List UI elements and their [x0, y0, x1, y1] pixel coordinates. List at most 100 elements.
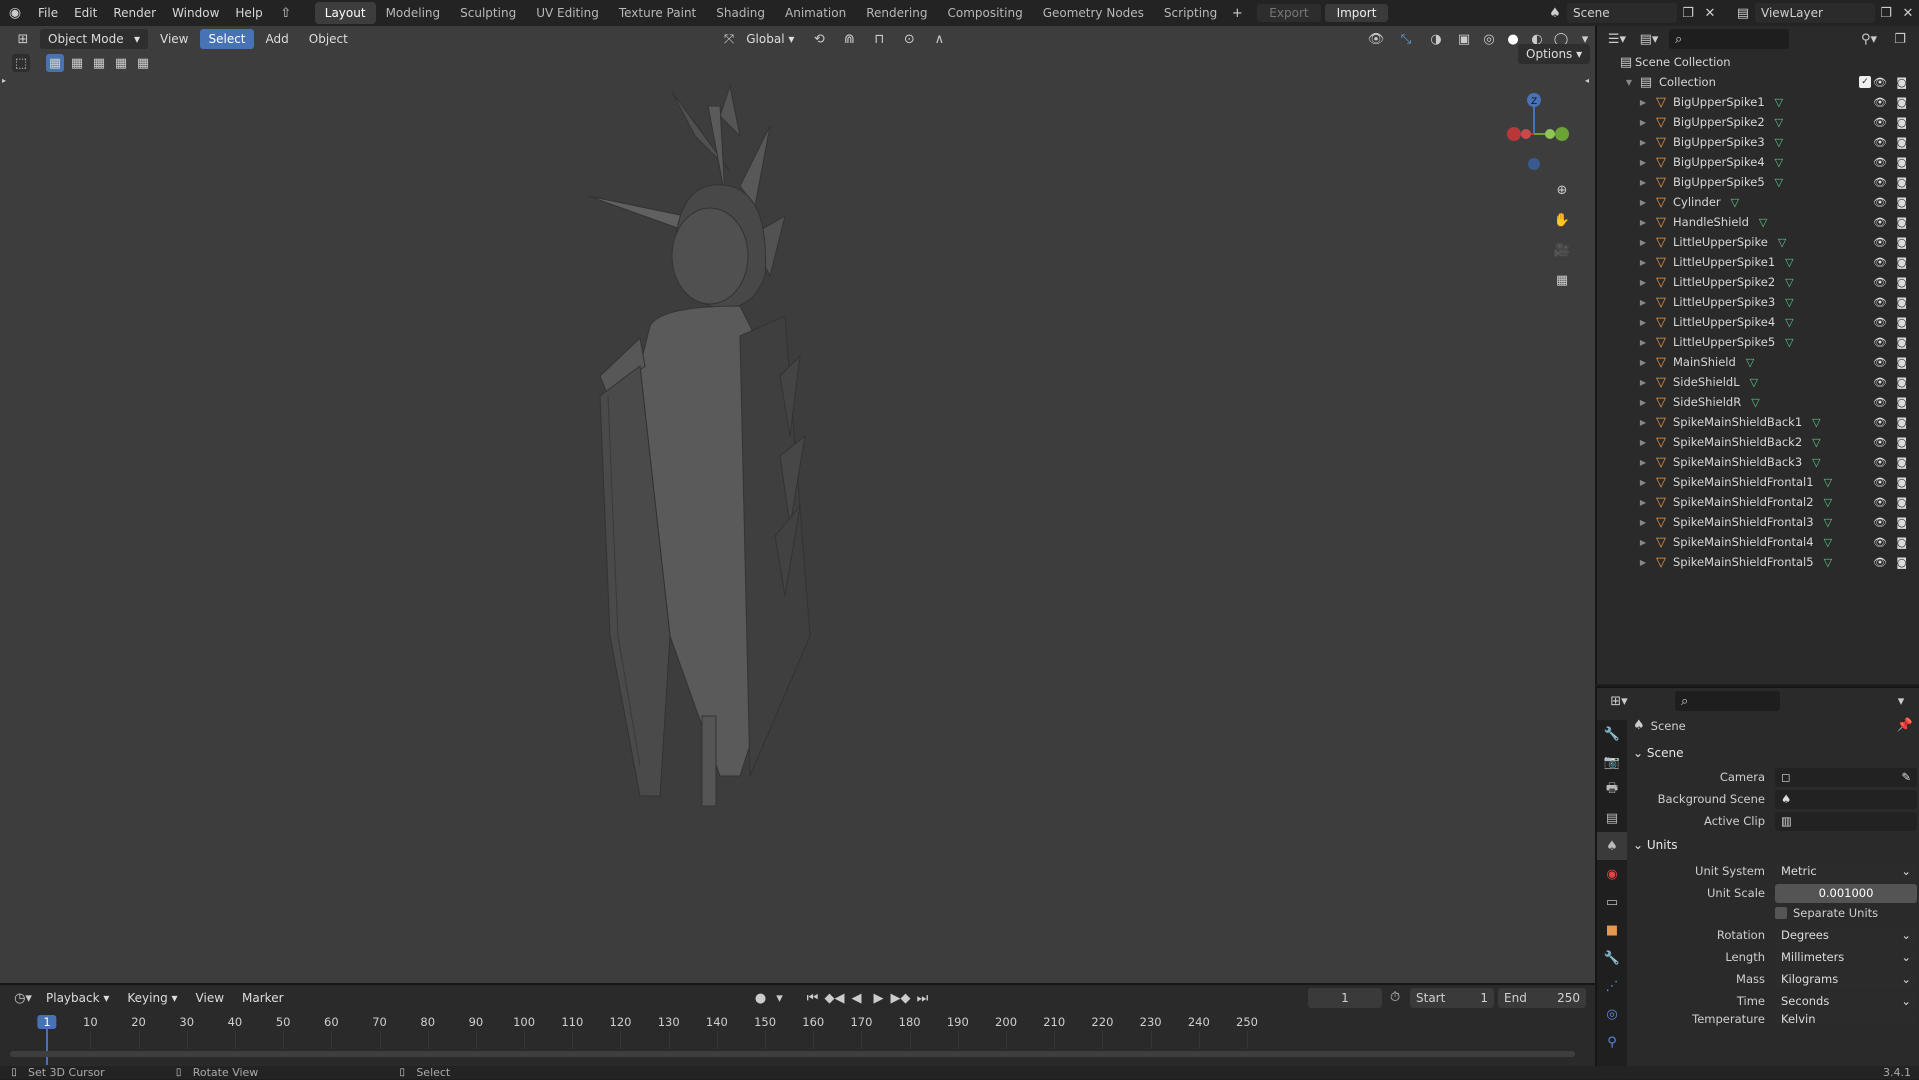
snap-target-icon[interactable]: ⊓ — [866, 32, 892, 47]
collapse-left-icon[interactable]: ▸ — [2, 76, 6, 85]
eye-icon[interactable]: 👁 — [1873, 236, 1887, 249]
proportional-edit-icon[interactable]: ⊙ — [896, 32, 922, 47]
outliner-item[interactable]: ▶ ▽ BigUpperSpike3 ▽ 👁 ◙ — [1597, 132, 1919, 152]
options-button[interactable]: Options ▾ — [1518, 44, 1591, 64]
collection-row[interactable]: ▼ ▤ Collection ✓ 👁 ◙ — [1597, 72, 1919, 92]
units-section-header[interactable]: ⌄ Units — [1633, 838, 1678, 852]
rotation-dropdown[interactable]: Degrees ⌄ — [1775, 925, 1917, 945]
render-camera-icon[interactable]: ◙ — [1896, 76, 1907, 89]
menu-render[interactable]: Render — [105, 6, 164, 20]
eye-icon[interactable]: 👁 — [1873, 316, 1887, 329]
menu-select[interactable]: Select — [200, 29, 254, 49]
render-camera-icon[interactable]: ◙ — [1896, 476, 1907, 489]
collection-tab-icon[interactable]: ▭ — [1597, 888, 1627, 916]
outliner-search-input[interactable]: ⌕ — [1669, 29, 1789, 49]
mesh-data-icon[interactable]: ▽ — [1812, 456, 1820, 469]
eye-icon[interactable]: 👁 — [1873, 416, 1887, 429]
expand-triangle-icon[interactable]: ▶ — [1635, 418, 1651, 427]
overlay-icon[interactable]: ◑ — [1423, 32, 1449, 47]
outliner-item[interactable]: ▶ ▽ SpikeMainShieldFrontal5 ▽ 👁 ◙ — [1597, 552, 1919, 572]
zoom-icon[interactable]: ⊕ — [1550, 178, 1574, 202]
mesh-data-icon[interactable]: ▽ — [1812, 416, 1820, 429]
tab-rendering[interactable]: Rendering — [856, 2, 937, 24]
navigation-gizmo[interactable]: Z — [1496, 84, 1576, 174]
render-camera-icon[interactable]: ◙ — [1896, 376, 1907, 389]
expand-triangle-icon[interactable]: ▶ — [1635, 318, 1651, 327]
mesh-data-icon[interactable]: ▽ — [1824, 556, 1832, 569]
viewlayer-selector[interactable]: ViewLayer — [1755, 3, 1875, 23]
render-camera-icon[interactable]: ◙ — [1896, 536, 1907, 549]
menu-file[interactable]: File — [30, 6, 66, 20]
mesh-data-icon[interactable]: ▽ — [1785, 316, 1793, 329]
eye-icon[interactable]: 👁 — [1873, 436, 1887, 449]
mesh-data-icon[interactable]: ▽ — [1775, 136, 1783, 149]
outliner-item[interactable]: ▶ ▽ SideShieldR ▽ 👁 ◙ — [1597, 392, 1919, 412]
expand-triangle-icon[interactable]: ▶ — [1635, 218, 1651, 227]
eye-icon[interactable]: 👁 — [1873, 156, 1887, 169]
view-layer-tab-icon[interactable]: ▤ — [1597, 804, 1627, 832]
outliner-item[interactable]: ▶ ▽ LittleUpperSpike4 ▽ 👁 ◙ — [1597, 312, 1919, 332]
render-camera-icon[interactable]: ◙ — [1896, 176, 1907, 189]
playhead[interactable] — [46, 1029, 48, 1065]
outliner-item[interactable]: ▶ ▽ MainShield ▽ 👁 ◙ — [1597, 352, 1919, 372]
time-dropdown[interactable]: Seconds ⌄ — [1775, 991, 1917, 1011]
render-camera-icon[interactable]: ◙ — [1896, 276, 1907, 289]
expand-triangle-icon[interactable]: ▶ — [1635, 358, 1651, 367]
camera-field[interactable]: ◻ ✎ — [1775, 767, 1917, 787]
render-camera-icon[interactable]: ◙ — [1896, 296, 1907, 309]
output-tab-icon[interactable]: 🖶 — [1597, 776, 1627, 804]
falloff-icon[interactable]: ∧ — [926, 32, 952, 47]
menu-window[interactable]: Window — [164, 6, 227, 20]
mesh-data-icon[interactable]: ▽ — [1746, 356, 1754, 369]
constraints-tab-icon[interactable]: ⚲ — [1597, 1028, 1627, 1056]
mesh-data-icon[interactable]: ▽ — [1785, 336, 1793, 349]
outliner-item[interactable]: ▶ ▽ LittleUpperSpike1 ▽ 👁 ◙ — [1597, 252, 1919, 272]
select-new-icon[interactable]: ▦ — [46, 54, 64, 72]
eye-icon[interactable]: 👁 — [1873, 496, 1887, 509]
outliner-item[interactable]: ▶ ▽ SpikeMainShieldBack1 ▽ 👁 ◙ — [1597, 412, 1919, 432]
scene-selector[interactable]: Scene — [1567, 3, 1677, 23]
menu-add[interactable]: Add — [258, 29, 297, 49]
perspective-grid-icon[interactable]: ▦ — [1550, 268, 1574, 292]
mesh-data-icon[interactable]: ▽ — [1759, 216, 1767, 229]
mesh-data-icon[interactable]: ▽ — [1750, 376, 1758, 389]
render-camera-icon[interactable]: ◙ — [1896, 416, 1907, 429]
render-camera-icon[interactable]: ◙ — [1896, 316, 1907, 329]
3d-viewport[interactable]: ⊞ Object Mode ▾ View Select Add Object ⤧ … — [0, 26, 1595, 983]
tab-animation[interactable]: Animation — [775, 2, 856, 24]
unit-system-dropdown[interactable]: Metric ⌄ — [1775, 861, 1917, 881]
tab-modeling[interactable]: Modeling — [376, 2, 451, 24]
mesh-data-icon[interactable]: ▽ — [1812, 436, 1820, 449]
outliner-item[interactable]: ▶ ▽ SpikeMainShieldBack3 ▽ 👁 ◙ — [1597, 452, 1919, 472]
eyedropper-icon[interactable]: ✎ — [1901, 770, 1911, 784]
outliner-item[interactable]: ▶ ▽ LittleUpperSpike ▽ 👁 ◙ — [1597, 232, 1919, 252]
mesh-data-icon[interactable]: ▽ — [1785, 296, 1793, 309]
eye-icon[interactable]: 👁 — [1873, 136, 1887, 149]
separate-units-checkbox[interactable] — [1775, 907, 1787, 919]
mesh-data-icon[interactable]: ▽ — [1824, 496, 1832, 509]
eye-icon[interactable]: 👁 — [1873, 536, 1887, 549]
send-icon[interactable]: ⇧ — [271, 6, 301, 21]
exclude-checkbox[interactable]: ✓ — [1859, 76, 1871, 88]
outliner-item[interactable]: ▶ ▽ SideShieldL ▽ 👁 ◙ — [1597, 372, 1919, 392]
menu-view[interactable]: View — [152, 29, 196, 49]
mesh-data-icon[interactable]: ▽ — [1785, 276, 1793, 289]
pan-hand-icon[interactable]: ✋ — [1550, 208, 1574, 232]
expand-triangle-icon[interactable]: ▶ — [1635, 438, 1651, 447]
outliner-item[interactable]: ▶ ▽ SpikeMainShieldFrontal3 ▽ 👁 ◙ — [1597, 512, 1919, 532]
expand-triangle-icon[interactable]: ▶ — [1635, 478, 1651, 487]
render-camera-icon[interactable]: ◙ — [1896, 96, 1907, 109]
expand-triangle-icon[interactable]: ▶ — [1635, 398, 1651, 407]
display-mode-icon[interactable]: ▤▾ — [1635, 32, 1663, 47]
pin-icon[interactable]: 📌 — [1897, 718, 1913, 733]
expand-triangle-icon[interactable]: ▶ — [1635, 138, 1651, 147]
tab-scripting[interactable]: Scripting — [1154, 2, 1227, 24]
wireframe-shading-icon[interactable]: ◎ — [1479, 32, 1499, 47]
import-button[interactable]: Import — [1324, 4, 1389, 22]
tab-compositing[interactable]: Compositing — [937, 2, 1032, 24]
select-intersect-icon[interactable]: ▦ — [134, 54, 152, 72]
eye-icon[interactable]: 👁 — [1873, 176, 1887, 189]
outliner-item[interactable]: ▶ ▽ BigUpperSpike5 ▽ 👁 ◙ — [1597, 172, 1919, 192]
outliner-item[interactable]: ▶ ▽ BigUpperSpike2 ▽ 👁 ◙ — [1597, 112, 1919, 132]
outliner-item[interactable]: ▶ ▽ SpikeMainShieldFrontal1 ▽ 👁 ◙ — [1597, 472, 1919, 492]
